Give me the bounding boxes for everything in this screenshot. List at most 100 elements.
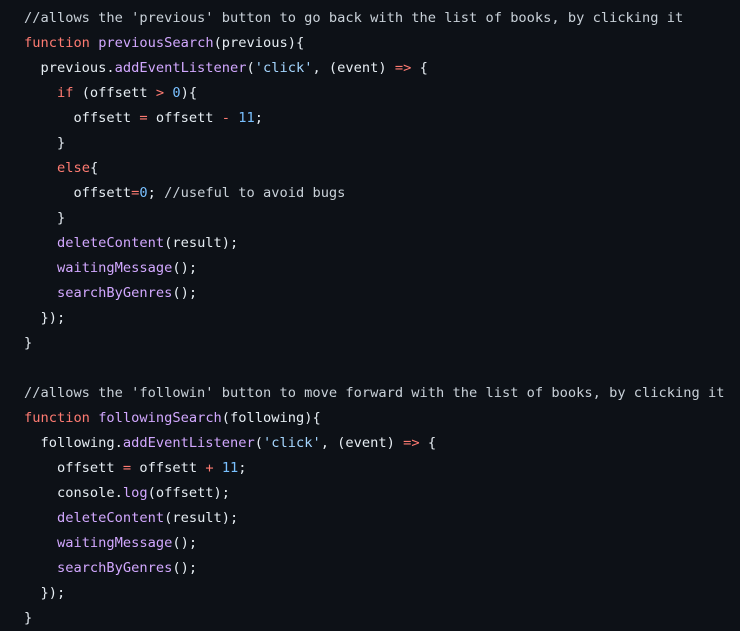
code-token-comment: //allows the 'previous' button to go bac… [24, 10, 684, 26]
code-token-plain: previous. [24, 60, 115, 76]
code-token-plain: (previous){ [213, 35, 305, 51]
code-token-plain: { [89, 160, 99, 176]
code-token-plain: }); [24, 585, 66, 601]
code-token-plain: (); [172, 260, 198, 276]
code-lines: //allows the 'previous' button to go bac… [24, 6, 740, 631]
code-block: //allows the 'previous' button to go bac… [0, 0, 740, 631]
code-token-string: 'click' [263, 435, 321, 451]
code-token-op: = [139, 110, 148, 126]
code-line: else{ [24, 156, 740, 181]
code-token-plain: ; [238, 460, 247, 476]
code-token-fname: searchByGenres [56, 285, 173, 301]
code-line: offsett=0; //useful to avoid bugs [24, 181, 740, 206]
code-token-keyword: function [24, 35, 90, 51]
code-token-comment: //allows the 'followin' button to move f… [24, 385, 725, 401]
code-token-plain: (offsett [73, 85, 156, 101]
code-token-fname: previousSearch [98, 35, 214, 51]
code-token-plain: ; [254, 110, 264, 126]
code-token-number: 0 [139, 185, 148, 201]
code-token-plain: } [24, 135, 66, 151]
code-line: previous.addEventListener('click', (even… [24, 56, 740, 81]
code-line: searchByGenres(); [24, 556, 740, 581]
code-token-plain: ( [246, 60, 255, 76]
code-line: //allows the 'followin' button to move f… [24, 381, 740, 406]
code-token-plain: ){ [180, 85, 198, 101]
code-token-plain: (result); [164, 235, 239, 251]
code-line: } [24, 131, 740, 156]
code-line: searchByGenres(); [24, 281, 740, 306]
code-token-fname: waitingMessage [56, 260, 173, 276]
code-token-fname: deleteContent [56, 510, 165, 526]
code-token-plain: offsett [147, 110, 222, 126]
code-token-plain: } [24, 610, 33, 626]
code-token-plain: (result); [164, 510, 239, 526]
code-token-op: => [394, 60, 412, 76]
code-token-plain: offsett [24, 185, 132, 201]
code-token-plain: , (event) [312, 60, 395, 76]
code-token-plain: console. [24, 485, 123, 501]
code-token-plain: ; [147, 185, 165, 201]
code-line: } [24, 606, 740, 631]
code-token-keyword: if [56, 85, 74, 101]
code-line: //allows the 'previous' button to go bac… [24, 6, 740, 31]
code-token-plain: , (event) [320, 435, 404, 451]
code-token-string: 'click' [254, 60, 313, 76]
code-token-plain: } [24, 335, 33, 351]
code-line: following.addEventListener('click', (eve… [24, 431, 740, 456]
code-token-plain: } [24, 210, 66, 226]
code-token-plain: }); [24, 310, 66, 326]
code-token-fname: waitingMessage [56, 535, 173, 551]
code-token-fname: deleteContent [56, 235, 165, 251]
code-token-keyword: else [56, 160, 90, 176]
code-line: deleteContent(result); [24, 231, 740, 256]
code-token-number: 11 [221, 460, 239, 476]
code-token-fname: addEventListener [114, 60, 247, 76]
code-token-plain: (following){ [221, 410, 321, 426]
code-token-plain: (); [172, 535, 198, 551]
code-token-plain: following. [24, 435, 123, 451]
code-line: function previousSearch(previous){ [24, 31, 740, 56]
code-token-op: + [205, 460, 214, 476]
code-line: } [24, 331, 740, 356]
code-line: }); [24, 581, 740, 606]
code-token-plain: (offsett); [147, 485, 231, 501]
code-line: console.log(offsett); [24, 481, 740, 506]
code-line: offsett = offsett + 11; [24, 456, 740, 481]
code-token-fname: followingSearch [98, 410, 222, 426]
code-token-comment: //useful to avoid bugs [164, 185, 346, 201]
code-token-number: 0 [172, 85, 181, 101]
code-line: function followingSearch(following){ [24, 406, 740, 431]
code-token-op: => [403, 435, 420, 451]
code-token-plain: offsett [24, 460, 123, 476]
code-token-plain: (); [172, 285, 198, 301]
code-token-op: = [122, 460, 132, 476]
code-token-op: > [155, 85, 165, 101]
code-token-plain: offsett [24, 110, 140, 126]
code-token-plain: offsett [131, 460, 206, 476]
code-token-keyword: function [24, 410, 90, 426]
code-line: } [24, 206, 740, 231]
code-token-plain: (); [172, 560, 198, 576]
code-line: waitingMessage(); [24, 531, 740, 556]
code-token-fname: addEventListener [122, 435, 255, 451]
code-token-plain: ( [254, 435, 263, 451]
code-token-plain: { [411, 60, 428, 76]
code-token-plain: { [419, 435, 437, 451]
code-line: }); [24, 306, 740, 331]
code-line: deleteContent(result); [24, 506, 740, 531]
code-line: offsett = offsett - 11; [24, 106, 740, 131]
code-token-fname: searchByGenres [56, 560, 173, 576]
code-token-fname: log [122, 485, 148, 501]
